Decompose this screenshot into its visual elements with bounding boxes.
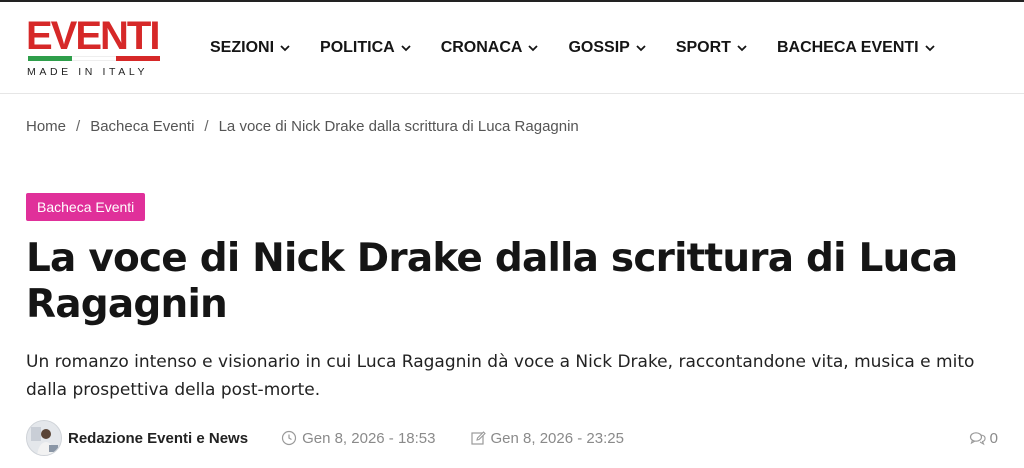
author-name[interactable]: Redazione Eventi e News bbox=[68, 430, 248, 447]
breadcrumb-home-link[interactable]: Home bbox=[26, 118, 66, 135]
nav-item-bacheca-eventi[interactable]: BACHECA EVENTI bbox=[777, 39, 936, 57]
site-header: EVENTI MADE IN ITALY SEZIONI POLITICA CR… bbox=[0, 2, 1024, 94]
nav-item-label: CRONACA bbox=[440, 39, 523, 56]
updated-date-text: Gen 8, 2026 - 23:25 bbox=[490, 429, 624, 447]
nav-item-sezioni[interactable]: SEZIONI bbox=[210, 39, 291, 57]
comments-count-text: 0 bbox=[989, 429, 998, 447]
nav-item-label: SPORT bbox=[675, 39, 731, 56]
avatar[interactable] bbox=[26, 420, 62, 456]
chevron-down-icon bbox=[527, 42, 539, 54]
nav-item-gossip[interactable]: GOSSIP bbox=[568, 39, 646, 57]
breadcrumb: Home / Bacheca Eventi / La voce di Nick … bbox=[26, 118, 579, 135]
comments-count[interactable]: 0 bbox=[969, 430, 998, 447]
nav-item-label: BACHECA EVENTI bbox=[776, 39, 919, 56]
nav-item-label: POLITICA bbox=[320, 39, 395, 56]
published-date: Gen 8, 2026 - 18:53 bbox=[281, 429, 436, 447]
nav-item-label: GOSSIP bbox=[568, 39, 630, 56]
site-logo[interactable]: EVENTI MADE IN ITALY bbox=[26, 16, 162, 80]
chevron-down-icon bbox=[400, 42, 412, 54]
breadcrumb-separator: / bbox=[204, 118, 209, 135]
clock-icon bbox=[281, 430, 297, 446]
breadcrumb-separator: / bbox=[76, 118, 81, 135]
main-nav: SEZIONI POLITICA CRONACA GOSSIP SPORT BA… bbox=[210, 36, 965, 60]
updated-date: Gen 8, 2026 - 23:25 bbox=[470, 430, 624, 447]
logo-flag-stripe bbox=[28, 56, 160, 61]
nav-item-sport[interactable]: SPORT bbox=[676, 39, 748, 57]
chevron-down-icon bbox=[736, 42, 748, 54]
comment-icon bbox=[969, 430, 987, 446]
nav-item-label: SEZIONI bbox=[210, 39, 275, 56]
nav-item-cronaca[interactable]: CRONACA bbox=[441, 39, 540, 57]
article-meta: Redazione Eventi e News Gen 8, 2026 - 18… bbox=[26, 420, 998, 456]
article-title: La voce di Nick Drake dalla scrittura di… bbox=[26, 236, 958, 327]
chevron-down-icon bbox=[635, 42, 647, 54]
article-subtitle: Un romanzo intenso e visionario in cui L… bbox=[26, 352, 975, 400]
breadcrumb-section-link[interactable]: Bacheca Eventi bbox=[90, 118, 194, 135]
breadcrumb-current: La voce di Nick Drake dalla scrittura di… bbox=[218, 118, 579, 135]
published-date-text: Gen 8, 2026 - 18:53 bbox=[302, 429, 436, 447]
category-badge[interactable]: Bacheca Eventi bbox=[26, 193, 146, 221]
chevron-down-icon bbox=[279, 42, 291, 54]
chevron-down-icon bbox=[924, 42, 936, 54]
logo-word: EVENTI bbox=[26, 14, 160, 58]
edit-icon bbox=[470, 430, 486, 446]
logo-tagline: MADE IN ITALY bbox=[27, 66, 149, 78]
nav-item-politica[interactable]: POLITICA bbox=[320, 39, 412, 57]
